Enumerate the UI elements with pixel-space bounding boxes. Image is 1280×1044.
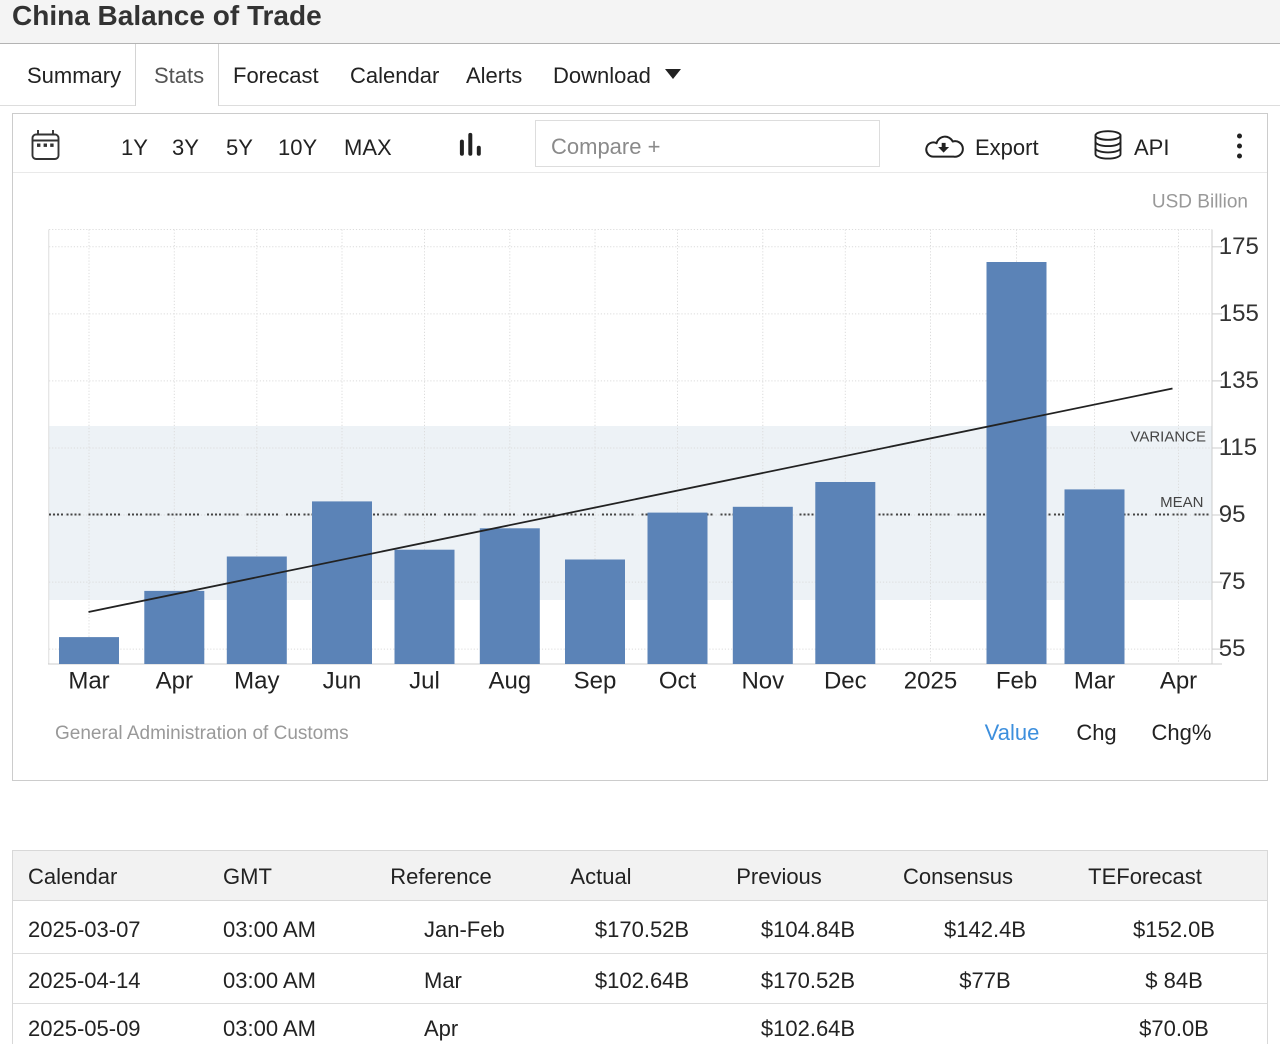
svg-text:Chg: Chg (1076, 720, 1116, 745)
svg-text:Aug: Aug (488, 668, 531, 695)
svg-text:Oct: Oct (659, 668, 697, 695)
svg-text:Nov: Nov (741, 668, 784, 695)
svg-text:Jun: Jun (323, 668, 362, 695)
svg-text:2025: 2025 (904, 668, 957, 695)
svg-text:Apr: Apr (1160, 668, 1197, 695)
svg-text:115: 115 (1219, 434, 1257, 461)
svg-text:55: 55 (1219, 635, 1246, 662)
svg-text:General Administration of Cust: General Administration of Customs (55, 723, 349, 744)
svg-text:May: May (234, 668, 279, 695)
svg-text:95: 95 (1219, 501, 1246, 528)
svg-text:Value: Value (985, 720, 1040, 745)
svg-text:Feb: Feb (996, 668, 1037, 695)
svg-text:Apr: Apr (156, 668, 193, 695)
svg-text:VARIANCE: VARIANCE (1130, 429, 1206, 446)
svg-text:USD Billion: USD Billion (1152, 192, 1248, 213)
svg-text:Jul: Jul (409, 668, 440, 695)
svg-text:Sep: Sep (574, 668, 617, 695)
svg-text:Chg%: Chg% (1152, 720, 1212, 745)
svg-text:135: 135 (1219, 367, 1259, 394)
svg-text:155: 155 (1219, 300, 1259, 327)
svg-text:175: 175 (1219, 233, 1259, 260)
svg-text:75: 75 (1219, 568, 1246, 595)
svg-text:MEAN: MEAN (1160, 494, 1203, 511)
svg-text:Dec: Dec (824, 668, 867, 695)
svg-text:Mar: Mar (68, 668, 109, 695)
svg-text:Mar: Mar (1074, 668, 1115, 695)
